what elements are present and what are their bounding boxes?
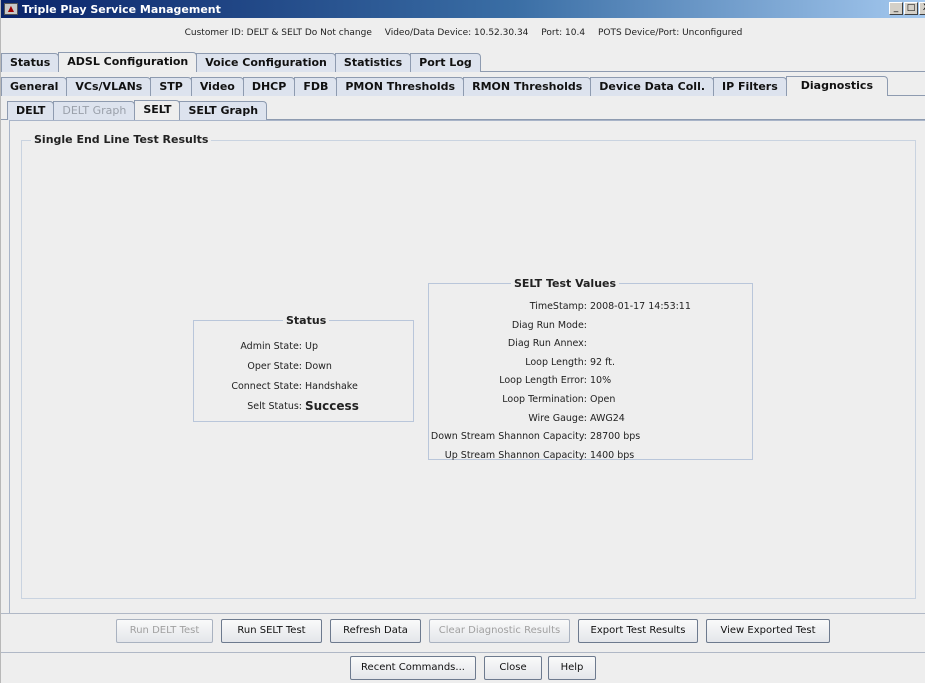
tab-general[interactable]: General	[1, 77, 68, 96]
tab-statistics[interactable]: Statistics	[334, 53, 412, 72]
clear-diagnostic-results-button: Clear Diagnostic Results	[429, 619, 570, 643]
tab-dhcp[interactable]: DHCP	[242, 77, 296, 96]
separator	[1, 652, 925, 653]
selt-label: Down Stream Shannon Capacity:	[430, 431, 587, 443]
export-test-results-button[interactable]: Export Test Results	[578, 619, 698, 643]
selt-label: Loop Length Error:	[499, 375, 587, 387]
selt-label: Diag Run Mode:	[511, 319, 587, 331]
selt-value: 92 ft.	[590, 356, 616, 368]
window-title: Triple Play Service Management	[22, 2, 221, 16]
window-controls: _ □ X	[889, 2, 925, 15]
selt-label: Loop Termination:	[502, 394, 587, 405]
tab-delt-graph: DELT Graph	[53, 101, 136, 120]
title-bar: ▲ Triple Play Service Management _ □ X	[1, 0, 925, 18]
run-selt-test-button[interactable]: Run SELT Test	[221, 619, 322, 643]
tab-adsl-configuration[interactable]: ADSL Configuration	[58, 52, 198, 72]
customer-id: Customer ID: DELT & SELT Do Not change	[184, 28, 372, 38]
adsl-tabs: General VCs/VLANs STP Video DHCP FDB PMO…	[1, 76, 888, 96]
diagnostics-tabs: DELT DELT Graph SELT SELT Graph	[7, 100, 268, 120]
device-info-line: Customer ID: DELT & SELT Do Not change V…	[1, 28, 925, 38]
tab-fdb[interactable]: FDB	[294, 77, 338, 96]
tab-ip-filters[interactable]: IP Filters	[713, 77, 787, 96]
selt-label: Up Stream Shannon Capacity:	[444, 449, 587, 461]
selt-value: 28700 bps	[590, 431, 641, 443]
app-window: ▲ Triple Play Service Management _ □ X C…	[0, 0, 925, 683]
selt-value: 10%	[590, 375, 612, 387]
view-exported-test-button[interactable]: View Exported Test	[706, 619, 830, 643]
selt-value: 2008-01-17 14:53:11	[590, 301, 691, 312]
tab-selt-graph[interactable]: SELT Graph	[179, 101, 268, 120]
tab-device-data-coll[interactable]: Device Data Coll.	[590, 77, 715, 96]
close-icon[interactable]: X	[919, 2, 925, 15]
tab-status[interactable]: Status	[1, 53, 60, 72]
tab-rmon-thresholds[interactable]: RMON Thresholds	[463, 77, 592, 96]
selt-label: Wire Gauge:	[528, 412, 587, 424]
close-button[interactable]: Close	[484, 656, 542, 680]
tab-selt[interactable]: SELT	[134, 100, 181, 120]
recent-commands-button[interactable]: Recent Commands...	[350, 656, 476, 680]
selt-label: TimeStamp:	[529, 301, 587, 312]
tab-video[interactable]: Video	[190, 77, 244, 96]
help-button[interactable]: Help	[548, 656, 596, 680]
separator	[1, 613, 925, 614]
selt-label: Loop Length:	[525, 356, 587, 368]
main-tabs: Status ADSL Configuration Voice Configur…	[1, 52, 481, 72]
tab-pmon-thresholds[interactable]: PMON Thresholds	[336, 77, 465, 96]
refresh-data-button[interactable]: Refresh Data	[330, 619, 421, 643]
results-title: Single End Line Test Results	[31, 133, 212, 146]
selt-label: Diag Run Annex:	[507, 338, 587, 350]
tab-voice-configuration[interactable]: Voice Configuration	[196, 53, 336, 72]
tab-stp[interactable]: STP	[150, 77, 192, 96]
port-info: Port: 10.4	[541, 28, 586, 38]
tab-port-log[interactable]: Port Log	[410, 53, 481, 72]
tab-diagnostics[interactable]: Diagnostics	[785, 76, 888, 96]
app-icon: ▲	[4, 3, 18, 15]
minimize-icon[interactable]: _	[889, 2, 903, 15]
pots-info: POTS Device/Port: Unconfigured	[597, 28, 743, 38]
selt-values-title: SELT Test Values	[511, 277, 620, 290]
maximize-icon[interactable]: □	[904, 2, 918, 15]
selt-value: AWG24	[590, 412, 625, 424]
selt-value: Open	[590, 394, 616, 405]
run-delt-test-button: Run DELT Test	[116, 619, 213, 643]
tab-vcs-vlans[interactable]: VCs/VLANs	[66, 77, 152, 96]
tab-delt[interactable]: DELT	[7, 101, 55, 120]
selt-value: 1400 bps	[590, 449, 635, 461]
video-data-device: Video/Data Device: 10.52.30.34	[384, 28, 529, 38]
